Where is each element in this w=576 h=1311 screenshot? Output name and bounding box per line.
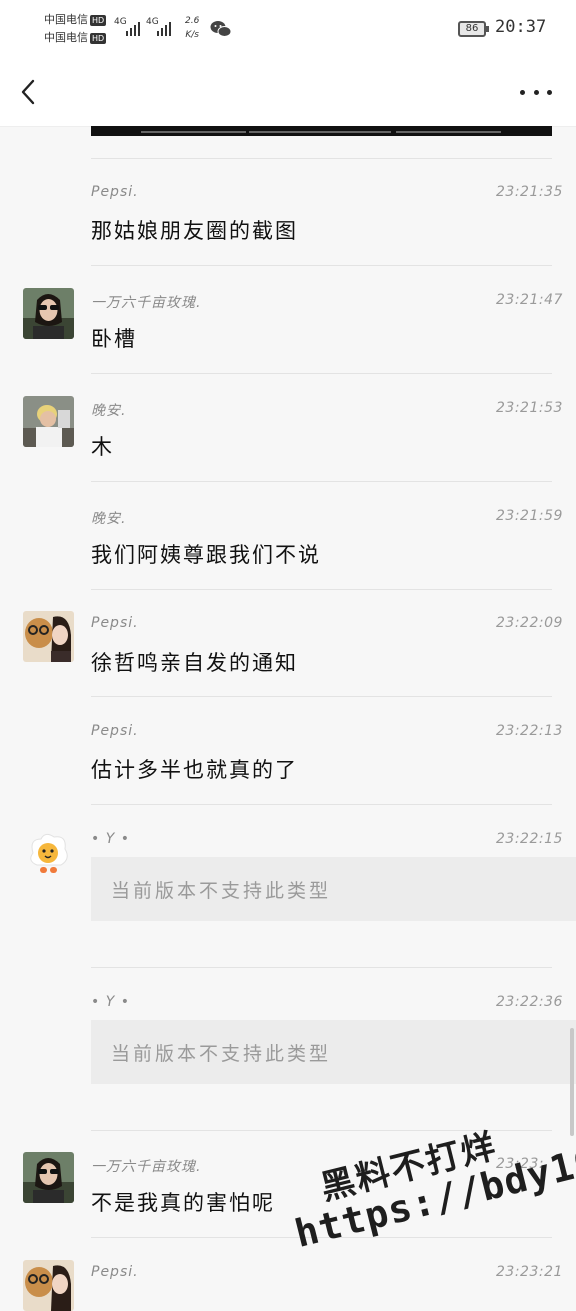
message-text: 估计多半也就真的了: [91, 758, 298, 782]
divider: [91, 373, 552, 374]
divider: [91, 696, 552, 697]
unsupported-text: 当前版本不支持此类型: [111, 880, 332, 902]
message-text: 不是我真的害怕呢: [91, 1191, 275, 1215]
unsupported-message-card[interactable]: 当前版本不支持此类型: [91, 857, 576, 921]
avatar[interactable]: [23, 288, 74, 339]
signal-icon-2: [157, 20, 171, 36]
message-time: 23:21:53: [496, 400, 563, 416]
image-message-fragment[interactable]: [91, 126, 552, 136]
more-dots-icon[interactable]: [520, 80, 552, 104]
sender-name: Pepsi.: [91, 723, 139, 739]
sender-name: 晚安.: [91, 403, 127, 419]
unsupported-text: 当前版本不支持此类型: [111, 1043, 332, 1065]
status-bar: 中国电信 HD 中国电信 HD 4G 4G 2.6 K/s 86 20:37: [0, 0, 576, 58]
carrier-1: 中国电信 HD: [44, 13, 107, 26]
message-time: 23:23:21: [496, 1264, 563, 1280]
network-type-1: 4G: [114, 17, 127, 27]
message-time: 23:21:35: [496, 184, 563, 200]
message-time: 23:22:36: [496, 994, 563, 1010]
avatar[interactable]: [23, 831, 74, 882]
divider: [91, 589, 552, 590]
sender-name: • Y •: [91, 831, 130, 847]
net-speed: 2.6 K/s: [185, 16, 200, 40]
message-text: 那姑娘朋友圈的截图: [91, 219, 298, 243]
sender-name: Pepsi.: [91, 615, 139, 631]
avatar[interactable]: [23, 396, 74, 447]
watermark: 黑料不打烊 https://bdy16.co: [262, 1060, 576, 1256]
sender-name: 一万六千亩玫瑰.: [91, 295, 202, 311]
message-text: 卧槽: [91, 327, 137, 351]
status-time: 20:37: [495, 17, 547, 37]
divider: [91, 967, 552, 968]
message-time: 23:21:59: [496, 508, 563, 524]
sender-name: 晚安.: [91, 511, 127, 527]
sender-name: 一万六千亩玫瑰.: [91, 1159, 202, 1175]
sender-name: Pepsi.: [91, 184, 139, 200]
wechat-icon: [210, 21, 232, 37]
signal-icon: [126, 20, 140, 36]
divider: [91, 265, 552, 266]
sender-name: • Y •: [91, 994, 130, 1010]
message-time: 23:22:15: [496, 831, 563, 847]
message-time: 23:22:09: [496, 615, 563, 631]
chevron-left-icon[interactable]: [18, 78, 40, 106]
message-text: 我们阿姨尊跟我们不说: [91, 543, 321, 567]
avatar[interactable]: [23, 611, 74, 662]
message-text: 徐哲鸣亲自发的通知: [91, 651, 298, 675]
divider: [91, 804, 552, 805]
battery-icon: 86: [458, 21, 486, 37]
divider: [91, 158, 552, 159]
message-time: 23:21:47: [496, 292, 563, 308]
message-text: 木: [91, 435, 114, 459]
message-time: 23:22:13: [496, 723, 563, 739]
avatar[interactable]: [23, 1152, 74, 1203]
divider: [91, 481, 552, 482]
sender-name: Pepsi.: [91, 1264, 139, 1280]
battery-tip: [486, 26, 489, 32]
unsupported-message-card[interactable]: 当前版本不支持此类型: [91, 1020, 576, 1084]
carrier-2: 中国电信 HD: [44, 31, 107, 44]
nav-bar: [0, 58, 576, 127]
avatar[interactable]: [23, 1260, 74, 1311]
